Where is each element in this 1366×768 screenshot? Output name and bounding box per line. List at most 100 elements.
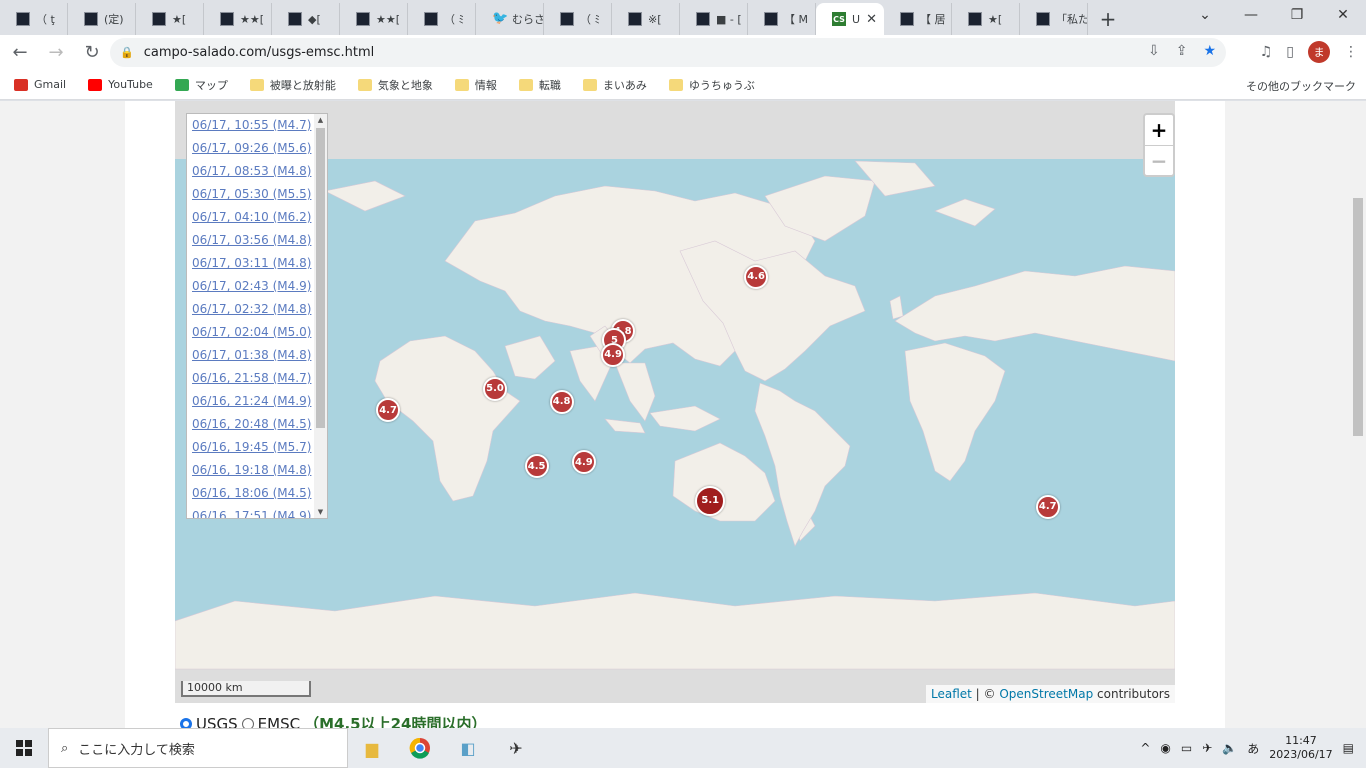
bookmark-star-icon[interactable]: ★ xyxy=(1203,43,1216,59)
new-tab-button[interactable]: + xyxy=(1088,3,1128,35)
quake-list-item[interactable]: 06/17, 04:10 (M6.2) xyxy=(187,206,327,229)
quake-list-item[interactable]: 06/16, 21:58 (M4.7) xyxy=(187,367,327,390)
tab-2[interactable]: ★[ xyxy=(136,3,204,35)
tab-4[interactable]: ◆[ xyxy=(272,3,340,35)
tab-7[interactable]: 🐦 むらさ xyxy=(476,3,544,35)
page-scrollbar[interactable] xyxy=(1350,101,1366,728)
menu-icon[interactable]: ⋮ xyxy=(1344,44,1358,60)
osm-link[interactable]: OpenStreetMap xyxy=(999,687,1093,701)
other-bookmarks[interactable]: その他のブックマーク xyxy=(1240,78,1356,94)
tab-11[interactable]: 【 M xyxy=(748,3,816,35)
quake-marker[interactable]: 4.9 xyxy=(571,450,596,475)
notification-icon[interactable]: ▤ xyxy=(1343,741,1354,755)
tab-0[interactable]: （ ţ xyxy=(0,3,68,35)
scroll-thumb[interactable] xyxy=(316,128,325,428)
reload-button[interactable]: ↻ xyxy=(76,37,108,69)
bookmark-4[interactable]: 気象と地象 xyxy=(357,77,433,93)
close-tab-icon[interactable]: ✕ xyxy=(866,12,877,27)
clock[interactable]: 11:47 2023/06/17 xyxy=(1269,734,1332,762)
forward-button[interactable]: → xyxy=(40,37,72,69)
quake-list-item[interactable]: 06/17, 02:43 (M4.9) xyxy=(187,275,327,298)
quake-list-item[interactable]: 06/17, 08:53 (M4.8) xyxy=(187,160,327,183)
tab-label: ■ - [ xyxy=(716,12,742,26)
tab-12[interactable]: CS U ✕ xyxy=(816,3,884,35)
quake-marker[interactable]: 4.5 xyxy=(524,454,549,479)
bookmark-7[interactable]: まいあみ xyxy=(582,77,647,93)
media-icon[interactable]: ♫ xyxy=(1260,44,1273,60)
side-panel-icon[interactable]: ▯ xyxy=(1286,44,1294,60)
share-icon[interactable]: ⇪ xyxy=(1176,43,1188,59)
ime-indicator[interactable]: あ xyxy=(1247,740,1259,757)
tab-13[interactable]: 【 居 xyxy=(884,3,952,35)
notepad-icon[interactable]: ◧ xyxy=(444,728,492,768)
quake-list-item[interactable]: 06/17, 05:30 (M5.5) xyxy=(187,183,327,206)
tab-search-icon[interactable]: ⌄ xyxy=(1182,0,1228,30)
address-bar[interactable]: 🔒 campo-salado.com/usgs-emsc.html ⇩ ⇪ ★ xyxy=(110,38,1226,67)
tab-1[interactable]: (定) xyxy=(68,3,136,35)
tab-15[interactable]: 「私た xyxy=(1020,3,1088,35)
battery-icon[interactable]: ▭ xyxy=(1181,741,1192,755)
airplane-app-icon[interactable]: ✈ xyxy=(492,728,540,768)
tab-label: 「私た xyxy=(1056,13,1088,26)
chrome-icon[interactable] xyxy=(396,728,444,768)
zoom-out-button[interactable]: − xyxy=(1145,145,1173,175)
tab-14[interactable]: ★[ xyxy=(952,3,1020,35)
scroll-up-icon[interactable]: ▲ xyxy=(314,116,327,124)
quake-marker[interactable]: 5.0 xyxy=(483,376,507,401)
tab-6[interactable]: （ ﾐ xyxy=(408,3,476,35)
quake-marker[interactable]: 5.1 xyxy=(695,485,726,516)
quake-list-item[interactable]: 06/17, 03:56 (M4.8) xyxy=(187,229,327,252)
bookmark-3[interactable]: 被曝と放射能 xyxy=(249,77,336,93)
quake-marker[interactable]: 4.6 xyxy=(744,264,769,289)
bookmark-1[interactable]: YouTube xyxy=(88,78,153,91)
taskbar-search[interactable]: ⌕ ここに入力して検索 xyxy=(48,728,348,768)
close-window-button[interactable]: ✕ xyxy=(1320,0,1366,30)
tab-9[interactable]: ※[ xyxy=(612,3,680,35)
tab-10[interactable]: ■ - [ xyxy=(680,3,748,35)
quake-list-item[interactable]: 06/17, 10:55 (M4.7) xyxy=(187,114,327,137)
bookmark-2[interactable]: マップ xyxy=(174,77,228,93)
profile-avatar[interactable]: ま xyxy=(1308,41,1330,63)
volume-icon[interactable]: 🔈 xyxy=(1222,741,1237,755)
back-button[interactable]: ← xyxy=(4,37,36,69)
window-controls: ⌄ — ❐ ✕ xyxy=(1182,0,1366,32)
bookmark-8[interactable]: ゆうちゅうぶ xyxy=(668,77,755,93)
tab-3[interactable]: ★★[ xyxy=(204,3,272,35)
meet-icon[interactable]: ◉ xyxy=(1160,741,1170,755)
minimize-button[interactable]: — xyxy=(1228,0,1274,30)
quake-list-item[interactable]: 06/17, 03:11 (M4.8) xyxy=(187,252,327,275)
install-icon[interactable]: ⇩ xyxy=(1148,43,1160,59)
quake-list-item[interactable]: 06/16, 19:45 (M5.7) xyxy=(187,436,327,459)
earthquake-map[interactable]: 4.64.854.94.85.04.84.74.94.54.75.1 06/17… xyxy=(175,101,1175,703)
scroll-down-icon[interactable]: ▼ xyxy=(314,508,327,516)
bookmark-0[interactable]: Gmail xyxy=(14,78,66,91)
restore-button[interactable]: ❐ xyxy=(1274,0,1320,30)
quake-list-item[interactable]: 06/16, 19:18 (M4.8) xyxy=(187,459,327,482)
system-tray: ^ ◉ ▭ ✈ 🔈 あ 11:47 2023/06/17 ▤ xyxy=(1140,728,1366,768)
chevron-up-icon[interactable]: ^ xyxy=(1140,741,1150,755)
windows-start-button[interactable] xyxy=(0,728,48,768)
quake-list[interactable]: 06/17, 10:55 (M4.7) 06/17, 09:26 (M5.6) 06… xyxy=(186,113,328,519)
quake-list-scrollbar[interactable]: ▲ ▼ xyxy=(314,114,327,518)
quake-marker[interactable]: 4.8 xyxy=(549,389,574,414)
tab-5[interactable]: ★★[ xyxy=(340,3,408,35)
quake-list-item[interactable]: 06/17, 02:32 (M4.8) xyxy=(187,298,327,321)
file-explorer-icon[interactable]: ▆ xyxy=(348,728,396,768)
quake-list-item[interactable]: 06/17, 02:04 (M5.0) xyxy=(187,321,327,344)
page-scroll-thumb[interactable] xyxy=(1353,198,1363,436)
quake-list-item[interactable]: 06/17, 09:26 (M5.6) xyxy=(187,137,327,160)
quake-list-item[interactable]: 06/16, 21:24 (M4.9) xyxy=(187,390,327,413)
quake-marker[interactable]: 4.7 xyxy=(1035,494,1060,519)
zoom-in-button[interactable]: + xyxy=(1145,115,1173,145)
quake-marker[interactable]: 4.9 xyxy=(601,342,626,367)
tab-8[interactable]: （ ﾐ xyxy=(544,3,612,35)
leaflet-link[interactable]: Leaflet xyxy=(931,687,972,701)
url-text[interactable]: campo-salado.com/usgs-emsc.html xyxy=(144,45,375,60)
quake-list-item[interactable]: 06/16, 18:06 (M4.5) xyxy=(187,482,327,505)
bookmark-5[interactable]: 情報 xyxy=(454,77,497,93)
quake-list-item[interactable]: 06/16, 20:48 (M4.5) xyxy=(187,413,327,436)
bookmark-6[interactable]: 転職 xyxy=(518,77,561,93)
quake-list-item[interactable]: 06/17, 01:38 (M4.8) xyxy=(187,344,327,367)
airplane-mode-icon[interactable]: ✈ xyxy=(1202,741,1212,755)
quake-list-item[interactable]: 06/16, 17:51 (M4.9) xyxy=(187,505,327,518)
